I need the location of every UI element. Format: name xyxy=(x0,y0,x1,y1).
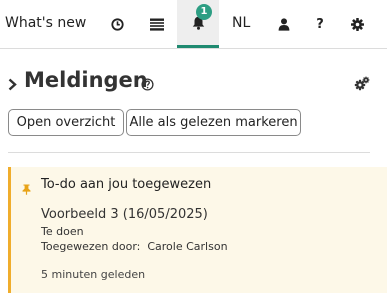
notifications-tab[interactable]: 1 xyxy=(177,0,219,48)
clock-icon[interactable] xyxy=(102,0,132,48)
help-circle-icon[interactable] xyxy=(141,76,154,95)
help-icon[interactable]: ? xyxy=(308,0,332,48)
page-title: Meldingen xyxy=(24,68,148,92)
notification-timestamp: 5 minuten geleden xyxy=(41,268,146,281)
top-navigation-bar: What's new 1 NL ? xyxy=(0,0,387,49)
notification-title: To-do aan jou toegewezen xyxy=(41,177,212,192)
open-overview-button[interactable]: Open overzicht xyxy=(8,109,124,136)
chevron-right-icon[interactable] xyxy=(8,76,17,95)
divider xyxy=(8,152,370,153)
assigned-by-name: Carole Carlson xyxy=(147,240,228,253)
assigned-by-label: Toegewezen door: xyxy=(41,240,141,253)
notification-count-badge: 1 xyxy=(196,4,212,20)
notification-card[interactable]: To-do aan jou toegewezen Voorbeeld 3 (16… xyxy=(8,167,387,293)
notification-assigned-by: Toegewezen door: Carole Carlson xyxy=(41,240,228,253)
gear-icon[interactable] xyxy=(343,0,371,48)
list-icon[interactable] xyxy=(142,0,172,48)
page-header: Meldingen xyxy=(8,68,380,98)
user-icon[interactable] xyxy=(270,0,298,48)
notification-item-link[interactable]: Voorbeeld 3 (16/05/2025) xyxy=(41,207,208,222)
language-selector[interactable]: NL xyxy=(232,15,250,31)
notification-status: Te doen xyxy=(41,225,84,238)
settings-cogs-icon[interactable] xyxy=(354,76,370,95)
mark-all-read-button[interactable]: Alle als gelezen markeren xyxy=(126,109,301,136)
whats-new-link[interactable]: What's new xyxy=(5,15,86,31)
pin-icon xyxy=(22,180,31,199)
